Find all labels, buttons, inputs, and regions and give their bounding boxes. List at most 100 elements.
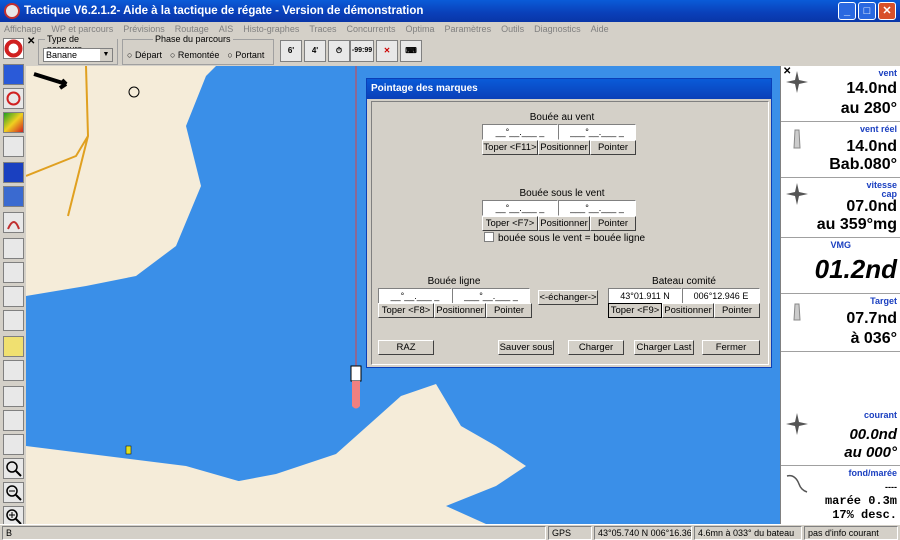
leeward-positionner-button[interactable]: Positionner xyxy=(538,216,590,231)
course-slope-icon[interactable] xyxy=(3,286,24,307)
triangle-course-icon[interactable] xyxy=(3,262,24,283)
display-icon[interactable] xyxy=(3,162,24,183)
target-speed: 07.7nd xyxy=(846,310,897,327)
boat-wind-icon xyxy=(793,129,801,149)
line-dots-icon[interactable] xyxy=(3,238,24,259)
committee-pointer-button[interactable]: Pointer xyxy=(714,303,760,318)
boat-wake xyxy=(352,381,360,409)
true-wind-angle: Bab.080° xyxy=(829,156,897,173)
vmg-label: VMG xyxy=(830,240,851,250)
joystick-icon[interactable] xyxy=(3,360,24,381)
target-boat-icon xyxy=(793,303,801,321)
menu-traces[interactable]: Traces xyxy=(309,22,336,36)
load-last-button[interactable]: Charger Last xyxy=(634,340,694,355)
menu-affichage[interactable]: Affichage xyxy=(4,22,41,36)
phase-parcours-group: Phase du parcours ○ Départ ○ Remontée ○ … xyxy=(122,34,274,65)
leeward-lat-field[interactable]: __°__.___ _ xyxy=(482,200,558,216)
maximize-button[interactable]: □ xyxy=(858,2,876,20)
committee-boat-label: Bateau comité xyxy=(652,276,716,287)
windward-lon-field[interactable]: ___°__.___ _ xyxy=(558,124,636,140)
arrows-icon[interactable] xyxy=(3,386,24,407)
line-lon-field[interactable]: ___°__.___ _ xyxy=(452,288,530,304)
true-wind-section: vent réel 14.0nd Bab.080° xyxy=(781,122,900,178)
current-direction: au 000° xyxy=(844,444,897,461)
phase-portant-radio[interactable]: ○ Portant xyxy=(227,50,264,60)
zoom-icon[interactable] xyxy=(3,458,24,479)
status-info: pas d'info courant xyxy=(804,526,898,540)
cancel-flag-icon[interactable]: ✕ xyxy=(376,40,398,62)
buoy-marker[interactable] xyxy=(125,445,132,455)
menu-histo-graphes[interactable]: Histo-graphes xyxy=(243,22,299,36)
wind-speed: 14.0nd xyxy=(846,80,897,97)
phase-remontee-radio[interactable]: ○ Remontée xyxy=(170,50,219,60)
lifebuoy-icon[interactable] xyxy=(3,38,24,59)
raz-button[interactable]: RAZ xyxy=(378,340,434,355)
load-button[interactable]: Charger xyxy=(568,340,624,355)
tide-section: fond/marée ---- marée 0.3m 17% desc. xyxy=(781,466,900,524)
panel-close-icon[interactable]: ✕ xyxy=(783,66,791,77)
line-pointer-button[interactable]: Pointer xyxy=(486,303,532,318)
boat-icon[interactable] xyxy=(350,365,362,382)
chevron-down-icon[interactable]: ▼ xyxy=(100,49,112,61)
menu-optima[interactable]: Optima xyxy=(406,22,435,36)
marks-dialog: Pointage des marques Bouée au vent __°__… xyxy=(366,78,772,368)
polar-icon[interactable] xyxy=(3,186,24,207)
windward-lat-field[interactable]: __°__.___ _ xyxy=(482,124,558,140)
line-positionner-button[interactable]: Positionner xyxy=(434,303,486,318)
committee-positionner-button[interactable]: Positionner xyxy=(662,303,714,318)
windward-pointer-button[interactable]: Pointer xyxy=(590,140,636,155)
target-angle: à 036° xyxy=(850,330,897,347)
marks-red-icon[interactable] xyxy=(3,310,24,331)
leeward-equals-line-checkbox[interactable]: bouée sous le vent = bouée ligne xyxy=(484,232,645,244)
phase-depart-radio[interactable]: ○ Départ xyxy=(127,50,162,60)
route-icon[interactable] xyxy=(3,88,24,109)
menu-parametres[interactable]: Paramètres xyxy=(445,22,492,36)
weather-icon[interactable] xyxy=(3,112,24,133)
line-mark-label: Bouée ligne xyxy=(427,276,481,287)
line-toper-button[interactable]: Toper <F8> xyxy=(378,303,434,318)
menu-concurrents[interactable]: Concurrents xyxy=(347,22,396,36)
boat-heading: au 359°mg xyxy=(816,216,897,233)
windward-toper-button[interactable]: Toper <F11> xyxy=(482,140,538,155)
menu-diagnostics[interactable]: Diagnostics xyxy=(534,22,581,36)
swap-button[interactable]: <-échanger-> xyxy=(538,290,598,305)
menu-outils[interactable]: Outils xyxy=(501,22,524,36)
minimize-button[interactable]: _ xyxy=(838,2,856,20)
tide-label: fond/marée xyxy=(848,468,897,478)
stopwatch-icon[interactable]: ⏱ xyxy=(328,40,350,62)
committee-lon-field[interactable]: 006°12.946 E xyxy=(682,288,760,304)
chart-map-icon[interactable] xyxy=(3,64,24,85)
six-minute-label: 6' xyxy=(287,46,295,55)
windward-positionner-button[interactable]: Positionner xyxy=(538,140,590,155)
close-button[interactable]: ✕ xyxy=(878,2,896,20)
current-section: courant 00.0nd au 000° xyxy=(781,408,900,466)
menu-aide[interactable]: Aide xyxy=(591,22,609,36)
leeward-pointer-button[interactable]: Pointer xyxy=(590,216,636,231)
book-icon[interactable] xyxy=(3,336,24,357)
track-icon[interactable] xyxy=(3,212,24,233)
close-dialog-button[interactable]: Fermer xyxy=(702,340,760,355)
six-minute-flag-icon[interactable]: 6' xyxy=(280,40,302,62)
expand-icon[interactable] xyxy=(3,410,24,431)
vmg-value: 01.2nd xyxy=(814,254,897,284)
committee-lat-field[interactable]: 43°01.911 N xyxy=(608,288,682,304)
data-table-icon[interactable] xyxy=(3,136,24,157)
line-lat-field[interactable]: __°__.___ _ xyxy=(378,288,452,304)
countdown-timer[interactable]: -99:99 xyxy=(350,40,374,62)
shrink-icon[interactable] xyxy=(3,434,24,455)
leeward-mark-label: Bouée sous le vent xyxy=(519,188,605,199)
zoom-out-icon[interactable] xyxy=(3,482,24,503)
toolbar-close-icon[interactable]: ✕ xyxy=(27,36,35,47)
save-as-button[interactable]: Sauver sous xyxy=(498,340,554,355)
type-parcours-select[interactable]: Banane ▼ xyxy=(43,48,113,62)
four-minute-flag-icon[interactable]: 4' xyxy=(304,40,326,62)
true-wind-speed: 14.0nd xyxy=(846,138,897,155)
menu-bar: Affichage WP et parcours Prévisions Rout… xyxy=(0,22,900,36)
dialog-title: Pointage des marques xyxy=(367,79,771,99)
keyboard-icon[interactable]: ⌨ xyxy=(400,40,422,62)
leeward-lon-field[interactable]: ___°__.___ _ xyxy=(558,200,636,216)
leeward-toper-button[interactable]: Toper <F7> xyxy=(482,216,538,231)
committee-toper-button[interactable]: Toper <F9> xyxy=(608,303,662,318)
checkbox-box[interactable] xyxy=(484,232,494,242)
status-gps: GPS xyxy=(548,526,592,540)
